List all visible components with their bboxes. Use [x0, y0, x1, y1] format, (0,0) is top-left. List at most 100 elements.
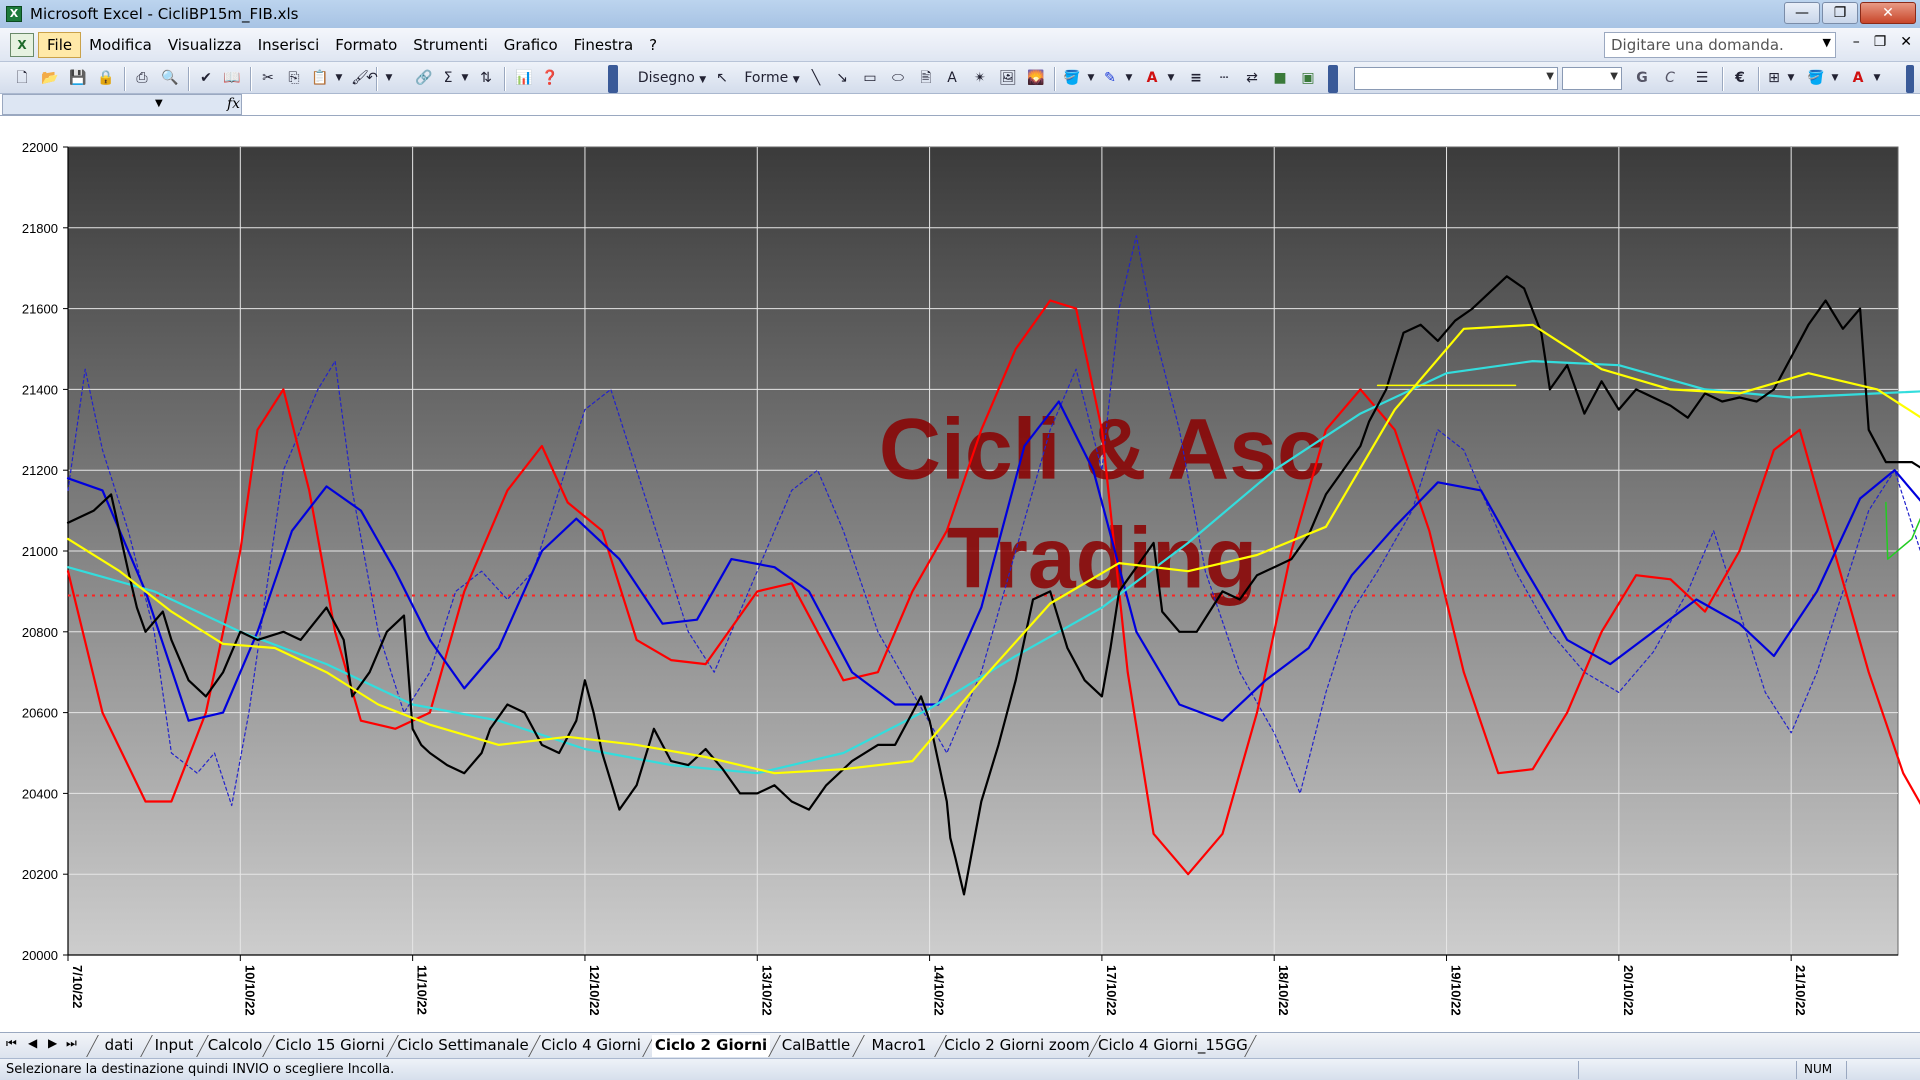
insert-hyperlink-icon[interactable]: 🔗 [414, 68, 434, 88]
sheet-tab[interactable]: Macro1 [862, 1035, 936, 1057]
menu-visualizza[interactable]: Visualizza [160, 33, 250, 57]
excel-app-icon[interactable]: X [6, 6, 22, 22]
font-size-combo[interactable]: ▼ [1562, 67, 1622, 90]
chart-wizard-icon[interactable]: 📊 [514, 68, 534, 88]
autosum-icon[interactable]: Σ [438, 68, 458, 88]
line-color-dropdown-icon[interactable]: ▼ [1124, 68, 1134, 88]
insert-function-button[interactable]: fx [227, 96, 240, 112]
sheet-tab[interactable]: Ciclo 2 Giorni zoom [944, 1035, 1090, 1057]
font-name-combo[interactable]: ▼ [1354, 67, 1558, 90]
menu-formato[interactable]: Formato [327, 33, 405, 57]
clip-art-icon[interactable]: 🖼 [998, 68, 1018, 88]
line-icon[interactable]: ╲ [806, 68, 826, 88]
sheet-tab[interactable]: Ciclo 4 Giorni [538, 1035, 644, 1057]
help-question-input[interactable]: Digitare una domanda. ▼ [1604, 32, 1836, 58]
diagram-icon[interactable]: ✴ [970, 68, 990, 88]
next-sheet-icon[interactable]: ▶ [48, 1036, 57, 1050]
menu-grafico[interactable]: Grafico [496, 33, 566, 57]
save-icon[interactable]: 💾 [68, 68, 88, 88]
autosum-dropdown-icon[interactable]: ▼ [460, 68, 470, 88]
new-document-icon[interactable]: 🗋 [12, 68, 32, 88]
line-color-icon[interactable]: ✎ [1100, 68, 1120, 88]
workbook-restore-icon[interactable]: ❐ [1874, 34, 1887, 50]
sort-ascending-icon[interactable]: ⇅ [476, 68, 496, 88]
cell-fill-color-icon[interactable]: 🪣 [1806, 68, 1826, 88]
autoshapes-menu-button[interactable]: Forme ▼ [740, 68, 804, 88]
sheet-tab[interactable]: dati [96, 1035, 142, 1057]
formatting-toolbar-options-grip[interactable] [1906, 65, 1914, 93]
cell-fill-dropdown-icon[interactable]: ▼ [1830, 68, 1840, 88]
3d-style-icon[interactable]: ▣ [1298, 68, 1318, 88]
menu-file[interactable]: File [38, 31, 82, 58]
wordart-icon[interactable]: A [942, 68, 962, 88]
minimize-icon[interactable]: — [1784, 2, 1820, 24]
arrow-style-icon[interactable]: ⇄ [1242, 68, 1262, 88]
permission-icon[interactable]: 🔒 [96, 68, 116, 88]
workbook-icon[interactable]: X [10, 32, 34, 57]
italic-button[interactable]: C [1660, 68, 1680, 88]
toolbar-options-grip[interactable] [608, 65, 618, 93]
sheet-tab[interactable]: Ciclo 4 Giorni_15GG [1098, 1035, 1248, 1057]
oval-icon[interactable]: ⬭ [888, 68, 908, 88]
sheet-tab[interactable]: Ciclo Settimanale [396, 1035, 530, 1057]
select-objects-icon[interactable]: ↖ [712, 68, 732, 88]
sheet-tab[interactable]: Calcolo [206, 1035, 264, 1057]
text-box-icon[interactable]: 🖹 [916, 68, 936, 88]
menu-inserisci[interactable]: Inserisci [250, 33, 328, 57]
font-color-icon[interactable]: A [1142, 68, 1162, 88]
toolbar-separator [1758, 67, 1760, 91]
sheet-tab[interactable]: Ciclo 15 Giorni [272, 1035, 388, 1057]
paste-dropdown-icon[interactable]: ▼ [334, 68, 344, 88]
line-style-icon[interactable]: ≡ [1186, 68, 1206, 88]
align-center-icon[interactable]: ☰ [1692, 68, 1712, 88]
font-color-dropdown-icon[interactable]: ▼ [1166, 68, 1176, 88]
copy-icon[interactable]: ⎘ [284, 68, 304, 88]
print-icon[interactable]: ⎙ [132, 68, 152, 88]
restore-icon[interactable]: ❐ [1822, 2, 1858, 24]
shadow-style-icon[interactable]: ■ [1270, 68, 1290, 88]
cycle-chart[interactable]: 20000 20200 20400 20600 20800 21000 21200 21400… [0, 116, 1920, 1032]
previous-sheet-icon[interactable]: ◀ [28, 1036, 37, 1050]
arrow-icon[interactable]: ↘ [832, 68, 852, 88]
dash-style-icon[interactable]: ┄ [1214, 68, 1234, 88]
undo-icon[interactable]: ↶ [362, 68, 382, 88]
name-box[interactable]: ▼ fx [2, 94, 242, 115]
spelling-icon[interactable]: ✔ [196, 68, 216, 88]
cell-font-color-dropdown-icon[interactable]: ▼ [1872, 68, 1882, 88]
sheet-tab[interactable]: Input [150, 1035, 198, 1057]
menu-modifica[interactable]: Modifica [81, 33, 160, 57]
workbook-minimize-icon[interactable]: – [1853, 34, 1860, 50]
drawing-toolbar-options-grip[interactable] [1328, 65, 1338, 93]
last-sheet-icon[interactable]: ⏭ [66, 1036, 77, 1051]
cut-icon[interactable]: ✂ [258, 68, 278, 88]
borders-dropdown-icon[interactable]: ▼ [1786, 68, 1796, 88]
undo-dropdown-icon[interactable]: ▼ [384, 68, 394, 88]
research-icon[interactable]: 📖 [222, 68, 242, 88]
menu-finestra[interactable]: Finestra [566, 33, 642, 57]
chevron-down-icon[interactable]: ▼ [1610, 71, 1618, 82]
print-preview-icon[interactable]: 🔍 [160, 68, 180, 88]
menu-help[interactable]: ? [641, 33, 665, 57]
cell-font-color-icon[interactable]: A [1848, 68, 1868, 88]
bold-button[interactable]: G [1632, 68, 1652, 88]
sheet-tab[interactable]: Ciclo 2 Giorni [652, 1035, 770, 1057]
chevron-down-icon[interactable]: ▼ [1823, 36, 1831, 49]
help-icon[interactable]: ❓ [540, 68, 560, 88]
paste-icon[interactable]: 📋 [310, 68, 330, 88]
menu-strumenti[interactable]: Strumenti [405, 33, 495, 57]
first-sheet-icon[interactable]: ⏮ [6, 1036, 17, 1051]
fill-color-dropdown-icon[interactable]: ▼ [1086, 68, 1096, 88]
chart-sheet[interactable]: 20000 20200 20400 20600 20800 21000 21200 21400… [0, 116, 1920, 1032]
close-icon[interactable]: ✕ [1860, 2, 1916, 24]
drawing-menu-button[interactable]: Disegno ▼ [636, 68, 708, 88]
chevron-down-icon[interactable]: ▼ [1546, 71, 1554, 82]
rectangle-icon[interactable]: ▭ [860, 68, 880, 88]
fill-color-icon[interactable]: 🪣 [1062, 68, 1082, 88]
workbook-close-icon[interactable]: ✕ [1900, 34, 1912, 50]
currency-style-button[interactable]: € [1730, 68, 1750, 88]
insert-picture-icon[interactable]: 🌄 [1026, 68, 1046, 88]
chevron-down-icon[interactable]: ▼ [155, 98, 163, 109]
borders-icon[interactable]: ⊞ [1764, 68, 1784, 88]
open-folder-icon[interactable]: 📂 [40, 68, 60, 88]
sheet-tab[interactable]: CalBattle [778, 1035, 854, 1057]
